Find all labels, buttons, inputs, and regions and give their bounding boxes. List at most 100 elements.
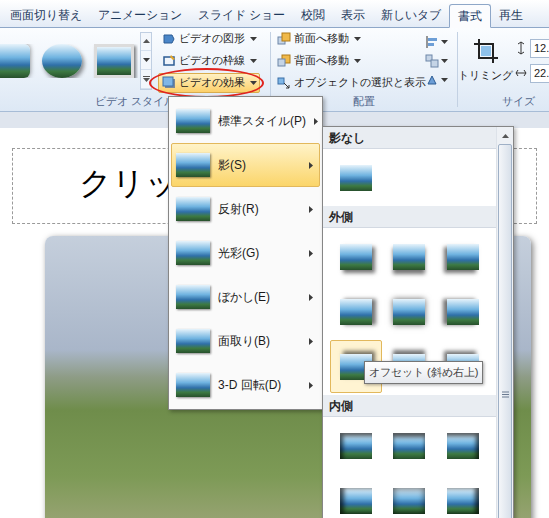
shadow-preset[interactable] xyxy=(330,419,382,472)
tooltip: オフセット (斜め右上) xyxy=(364,361,483,384)
shadow-preset[interactable] xyxy=(330,230,382,283)
video-style-button[interactable]: ビデオの枠線 xyxy=(158,51,260,71)
effects-menu-item[interactable]: 光彩(G) xyxy=(171,231,320,275)
shadow-preset[interactable] xyxy=(330,285,382,338)
preset-thumbnail xyxy=(447,488,479,514)
preset-thumbnail xyxy=(447,244,479,270)
shadow-preset[interactable] xyxy=(384,474,436,518)
bring-forward-icon xyxy=(277,32,291,46)
selection-pane-icon xyxy=(277,76,291,90)
shadow-preset[interactable] xyxy=(384,419,436,472)
height-icon xyxy=(515,41,527,55)
ribbon-tab[interactable]: スライド ショー xyxy=(190,3,293,27)
preset-thumbnail xyxy=(340,165,372,191)
effect-icon xyxy=(176,285,210,309)
shadow-preset[interactable] xyxy=(437,285,489,338)
grip-icon xyxy=(502,391,509,398)
ribbon-tab[interactable]: 書式 xyxy=(449,4,491,28)
effect-icon xyxy=(176,373,210,397)
ribbon-tab[interactable]: 新しいタブ xyxy=(373,3,449,27)
style-thumbnail[interactable] xyxy=(94,44,134,78)
dropdown-arrow-icon xyxy=(250,59,257,63)
shadow-preset[interactable] xyxy=(437,230,489,283)
rotate-button[interactable] xyxy=(425,73,455,87)
submenu-arrow-icon xyxy=(309,206,313,213)
shadow-preset[interactable] xyxy=(437,474,489,518)
group-label: サイズ xyxy=(458,93,549,111)
effect-icon xyxy=(176,153,210,177)
ribbon-tab[interactable]: 校閲 xyxy=(293,3,333,27)
highlight-ellipse xyxy=(149,68,264,98)
group-button[interactable] xyxy=(425,54,455,68)
video-style-button[interactable]: ビデオの図形 xyxy=(158,29,260,49)
arrange-button[interactable]: 前面へ移動 xyxy=(275,29,425,48)
dropdown-arrow-icon xyxy=(354,37,361,41)
arrange-button[interactable]: 背面へ移動 xyxy=(275,51,425,70)
ribbon-tab[interactable]: アニメーション xyxy=(90,3,190,27)
video-effects-icon xyxy=(162,76,176,90)
shadow-preset[interactable] xyxy=(330,151,382,204)
dropdown-arrow-icon xyxy=(441,78,448,82)
preset-thumbnail xyxy=(393,433,425,459)
preset-thumbnail xyxy=(393,244,425,270)
ribbon-tab[interactable]: 表示 xyxy=(333,3,373,27)
shadow-preset[interactable] xyxy=(330,474,382,518)
gallery-down-icon[interactable] xyxy=(141,51,151,70)
submenu-arrow-icon xyxy=(309,294,313,301)
width-field[interactable]: 22.3 xyxy=(530,64,549,83)
send-backward-icon xyxy=(277,54,291,68)
style-thumbnail[interactable] xyxy=(42,44,82,78)
preset-grid xyxy=(323,149,496,206)
crop-icon xyxy=(472,37,500,65)
align-icon xyxy=(425,35,439,49)
shadow-preset[interactable] xyxy=(437,419,489,472)
preset-thumbnail xyxy=(340,433,372,459)
align-button[interactable] xyxy=(425,35,455,49)
effects-menu-item[interactable]: 影(S) xyxy=(171,143,320,187)
preset-thumbnail xyxy=(340,299,372,325)
section-header: 外側 xyxy=(323,206,496,228)
dropdown-arrow-icon xyxy=(250,81,257,85)
preset-thumbnail xyxy=(393,488,425,514)
effect-icon xyxy=(176,329,210,353)
submenu-arrow-icon xyxy=(314,118,318,125)
scrollbar[interactable] xyxy=(496,127,513,518)
ribbon-tab[interactable]: 画面切り替え xyxy=(2,3,90,27)
preset-thumbnail xyxy=(447,299,479,325)
style-gallery xyxy=(0,44,138,78)
effects-menu: 標準スタイル(P)影(S)反射(R)光彩(G)ぼかし(E)面取り(B)3-D 回… xyxy=(168,96,323,410)
shadow-preset[interactable] xyxy=(384,230,436,283)
shadow-preset[interactable] xyxy=(384,285,436,338)
effects-menu-item[interactable]: ぼかし(E) xyxy=(171,275,320,319)
group-icon xyxy=(425,54,439,68)
video-border-icon xyxy=(162,54,176,68)
dropdown-arrow-icon xyxy=(441,40,448,44)
gallery-up-icon[interactable] xyxy=(141,33,151,52)
preset-thumbnail xyxy=(447,433,479,459)
video-style-button[interactable]: ビデオの効果 xyxy=(158,73,260,93)
submenu-arrow-icon xyxy=(309,250,313,257)
video-shape-icon xyxy=(162,32,176,46)
effects-menu-item[interactable]: 3-D 回転(D) xyxy=(171,363,320,407)
effects-menu-item[interactable]: 反射(R) xyxy=(171,187,320,231)
section-header: 影なし xyxy=(323,127,496,149)
effect-icon xyxy=(176,197,210,221)
group-separator xyxy=(457,32,458,107)
height-field[interactable]: 12.5 xyxy=(530,39,549,58)
submenu-arrow-icon xyxy=(309,338,313,345)
scroll-thumb[interactable] xyxy=(498,144,512,518)
gallery-more-icon[interactable] xyxy=(141,70,151,89)
crop-button[interactable]: トリミング xyxy=(458,37,513,84)
shadow-menu: 影なし外側内側 xyxy=(322,126,514,518)
preset-thumbnail xyxy=(340,244,372,270)
arrange-button[interactable]: オブジェクトの選択と表示 xyxy=(275,73,425,92)
preset-thumbnail xyxy=(393,299,425,325)
preset-thumbnail xyxy=(340,488,372,514)
rotate-icon xyxy=(425,73,439,87)
effects-menu-item[interactable]: 標準スタイル(P) xyxy=(171,99,320,143)
style-thumbnail[interactable] xyxy=(0,44,30,78)
size-group: トリミング 12.5 22.3 サイズ xyxy=(458,28,549,111)
width-icon xyxy=(515,66,527,80)
ribbon-tab[interactable]: 再生 xyxy=(491,3,531,27)
effects-menu-item[interactable]: 面取り(B) xyxy=(171,319,320,363)
